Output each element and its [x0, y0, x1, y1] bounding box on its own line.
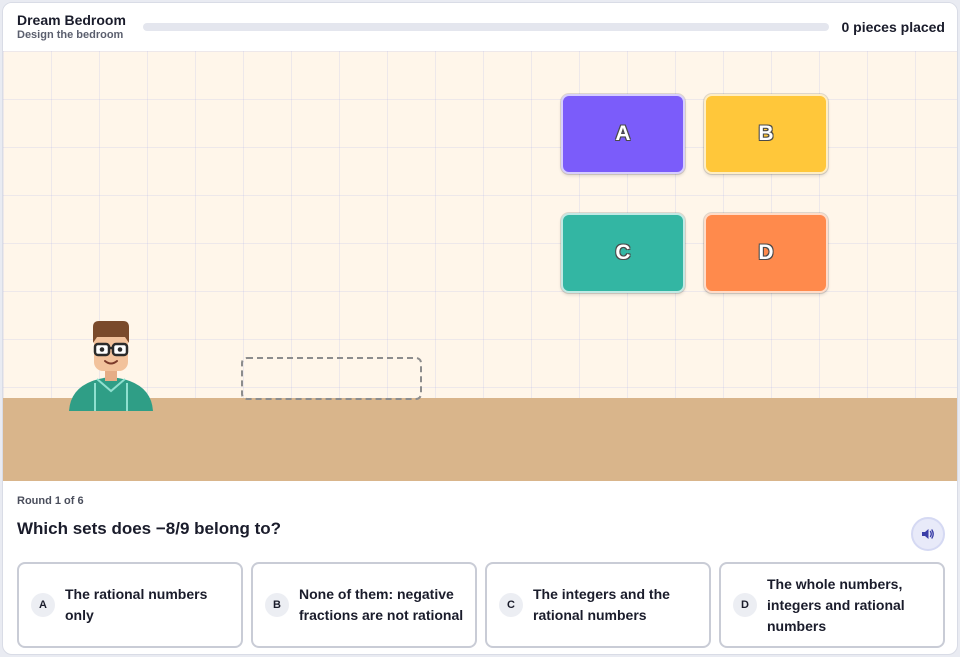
option-letter-badge: A: [31, 593, 55, 617]
option-text: The rational numbers only: [65, 586, 208, 623]
answer-option-d[interactable]: D The whole numbers, integers and ration…: [719, 562, 945, 648]
option-letter-badge: C: [499, 593, 523, 617]
game-subtitle: Design the bedroom: [17, 29, 124, 41]
tile-label: C: [615, 241, 631, 264]
answer-option-b[interactable]: B None of them: negative fractions are n…: [251, 562, 477, 648]
option-letter-badge: D: [733, 593, 757, 617]
answer-option-a[interactable]: A The rational numbers only: [17, 562, 243, 648]
option-text: The integers and the rational numbers: [533, 586, 670, 623]
round-indicator: Round 1 of 6: [17, 495, 84, 507]
option-text: The whole numbers, integers and rational…: [767, 575, 905, 634]
pieces-placed-counter: 0 pieces placed: [841, 19, 945, 35]
option-text: None of them: negative fractions are not…: [299, 586, 464, 623]
header: Dream Bedroom Design the bedroom 0 piece…: [3, 3, 957, 51]
drop-zone[interactable]: [241, 357, 422, 400]
tile-label: A: [615, 122, 631, 145]
option-letter-badge: B: [265, 593, 289, 617]
game-frame: Dream Bedroom Design the bedroom 0 piece…: [2, 2, 958, 655]
tile-label: B: [758, 122, 774, 145]
answer-tile-c[interactable]: C: [561, 213, 685, 293]
tile-label: D: [758, 241, 774, 264]
speaker-icon: [922, 529, 934, 539]
progress-bar: [143, 23, 829, 31]
audio-button[interactable]: [911, 517, 945, 551]
answer-tile-d[interactable]: D: [704, 213, 828, 293]
question-text: Which sets does −8/9 belong to?: [17, 519, 282, 538]
answer-option-c[interactable]: C The integers and the rational numbers: [485, 562, 711, 648]
answer-tile-b[interactable]: B: [704, 94, 828, 174]
bedroom-scene: A B C D: [3, 51, 957, 481]
game-title: Dream Bedroom: [17, 12, 126, 28]
character-avatar: [65, 319, 157, 411]
answer-tile-a[interactable]: A: [561, 94, 685, 174]
